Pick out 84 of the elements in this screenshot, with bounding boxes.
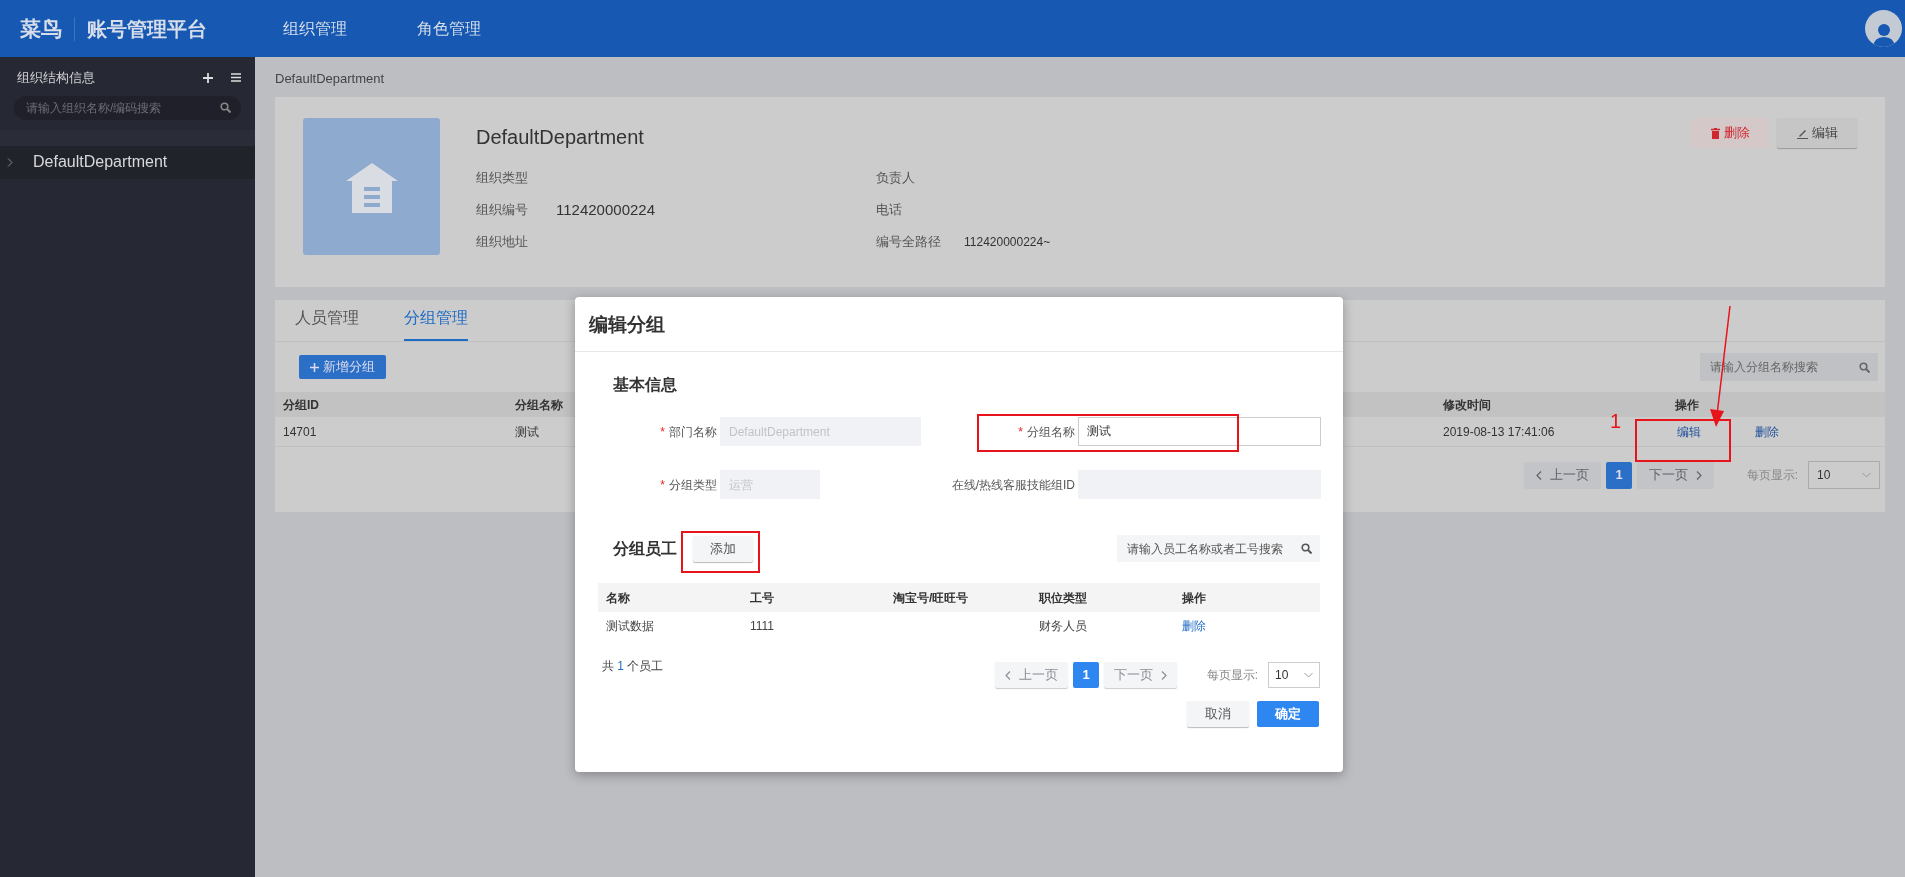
sidebar-title: 组织结构信息 (17, 69, 96, 87)
table-cell-text: 财务人员 (1039, 618, 1087, 635)
table-link[interactable]: 编辑 (1677, 422, 1701, 441)
prev-page-button[interactable]: 上一页 (995, 662, 1069, 688)
tab[interactable]: 人员管理 (295, 306, 359, 341)
nav-link[interactable]: 角色管理 (417, 16, 481, 41)
logo: 菜鸟 (0, 16, 75, 41)
section-title: 基本信息 (612, 375, 678, 395)
page-size-select[interactable]: 10 (1808, 461, 1880, 489)
chevron-right-icon (1695, 470, 1702, 480)
page-size-select[interactable]: 10 (1268, 662, 1320, 688)
pencil-icon (1796, 127, 1808, 139)
edit-button[interactable]: 编辑 (1777, 118, 1857, 148)
field-label: 负责人 (876, 169, 916, 188)
chevron-left-icon (1536, 470, 1543, 480)
column-header: 工号 (750, 589, 774, 607)
avatar-icon[interactable] (1865, 10, 1902, 47)
page-button[interactable]: 1 (1606, 461, 1632, 489)
modal-title: 编辑分组 (575, 297, 1343, 352)
menu-icon[interactable] (231, 73, 241, 83)
table-cell-text: 14701 (283, 423, 317, 441)
required-mark: * (1018, 424, 1023, 439)
field-label: 电话 (876, 201, 903, 220)
field-label: 分组类型 (669, 477, 717, 492)
table-cell-text: 测试数据 (606, 618, 654, 635)
field-label: 在线/热线客服技能组ID (951, 477, 1075, 492)
plus-icon (310, 362, 319, 372)
column-header: 操作 (1675, 396, 1699, 414)
add-button[interactable]: 添加 (693, 535, 753, 562)
trash-icon (1711, 127, 1720, 139)
page-button[interactable]: 1 (1073, 662, 1099, 688)
tree-item-label: DefaultDepartment (33, 152, 168, 172)
search-field[interactable]: 请输入组织名称/编码搜索 (14, 95, 241, 120)
column-header: 职位类型 (1039, 589, 1087, 607)
add-group-button[interactable]: 新增分组 (299, 355, 386, 379)
page-size-label: 每页显示: (1206, 667, 1258, 684)
cancel-button[interactable]: 取消 (1187, 701, 1249, 727)
table-cell-text: 2019-08-13 17:41:06 (1443, 423, 1555, 441)
column-header: 操作 (1182, 589, 1206, 607)
required-mark: * (660, 477, 665, 492)
chevron-right-icon (1160, 670, 1167, 680)
search-icon[interactable] (1859, 361, 1870, 373)
field-label: 组织类型 (476, 169, 529, 188)
page-size-label: 每页显示: (1746, 467, 1798, 484)
column-header: 分组ID (283, 396, 319, 414)
table-link[interactable]: 删除 (1182, 617, 1206, 635)
column-header: 淘宝号/旺旺号 (893, 589, 969, 607)
tree-item[interactable]: DefaultDepartment (0, 145, 255, 179)
add-icon[interactable] (203, 72, 213, 83)
app-title: 账号管理平台 (86, 16, 207, 42)
required-mark: * (660, 424, 665, 439)
field-label: 组织编号 (476, 201, 529, 220)
field-label: 组织地址 (476, 233, 529, 252)
table-cell-text: 测试 (515, 423, 539, 441)
search-field[interactable]: 请输入员工名称或者工号搜索 (1117, 535, 1320, 562)
field-value: 112420000224~ (964, 234, 1051, 251)
building-icon (345, 160, 398, 213)
nav-link[interactable]: 组织管理 (283, 16, 347, 41)
chevron-left-icon (1005, 670, 1012, 680)
section-title: 分组员工 (613, 538, 677, 559)
search-input[interactable]: 请输入组织名称/编码搜索 (24, 97, 204, 118)
delete-button[interactable]: 删除 (1692, 118, 1769, 148)
field-value: 112420000224 (556, 199, 655, 220)
search-input[interactable]: 请输入员工名称或者工号搜索 (1125, 538, 1295, 559)
search-icon[interactable] (220, 102, 231, 113)
annotation-number: 1 (1610, 409, 1622, 434)
table-cell-text: 1111 (750, 618, 775, 635)
employee-count: 共 1 个员工 (601, 658, 664, 675)
next-page-button[interactable]: 下一页 (1103, 662, 1177, 688)
tab[interactable]: 分组管理 (404, 306, 468, 341)
table-link[interactable]: 删除 (1755, 422, 1779, 441)
field-label: 分组名称 (1027, 424, 1075, 439)
chevron-down-icon (1304, 672, 1313, 678)
org-name: DefaultDepartment (476, 125, 645, 150)
search-icon[interactable] (1301, 543, 1312, 554)
column-header: 修改时间 (1443, 396, 1491, 414)
field-label: 部门名称 (669, 424, 717, 439)
column-header: 分组名称 (515, 396, 563, 414)
column-header: 名称 (606, 589, 630, 607)
field-label: 编号全路径 (876, 233, 942, 252)
input-field[interactable]: 测试 (1078, 417, 1321, 446)
chevron-down-icon (1862, 472, 1871, 478)
breadcrumb: DefaultDepartment (275, 71, 385, 86)
confirm-button[interactable]: 确定 (1257, 701, 1319, 727)
